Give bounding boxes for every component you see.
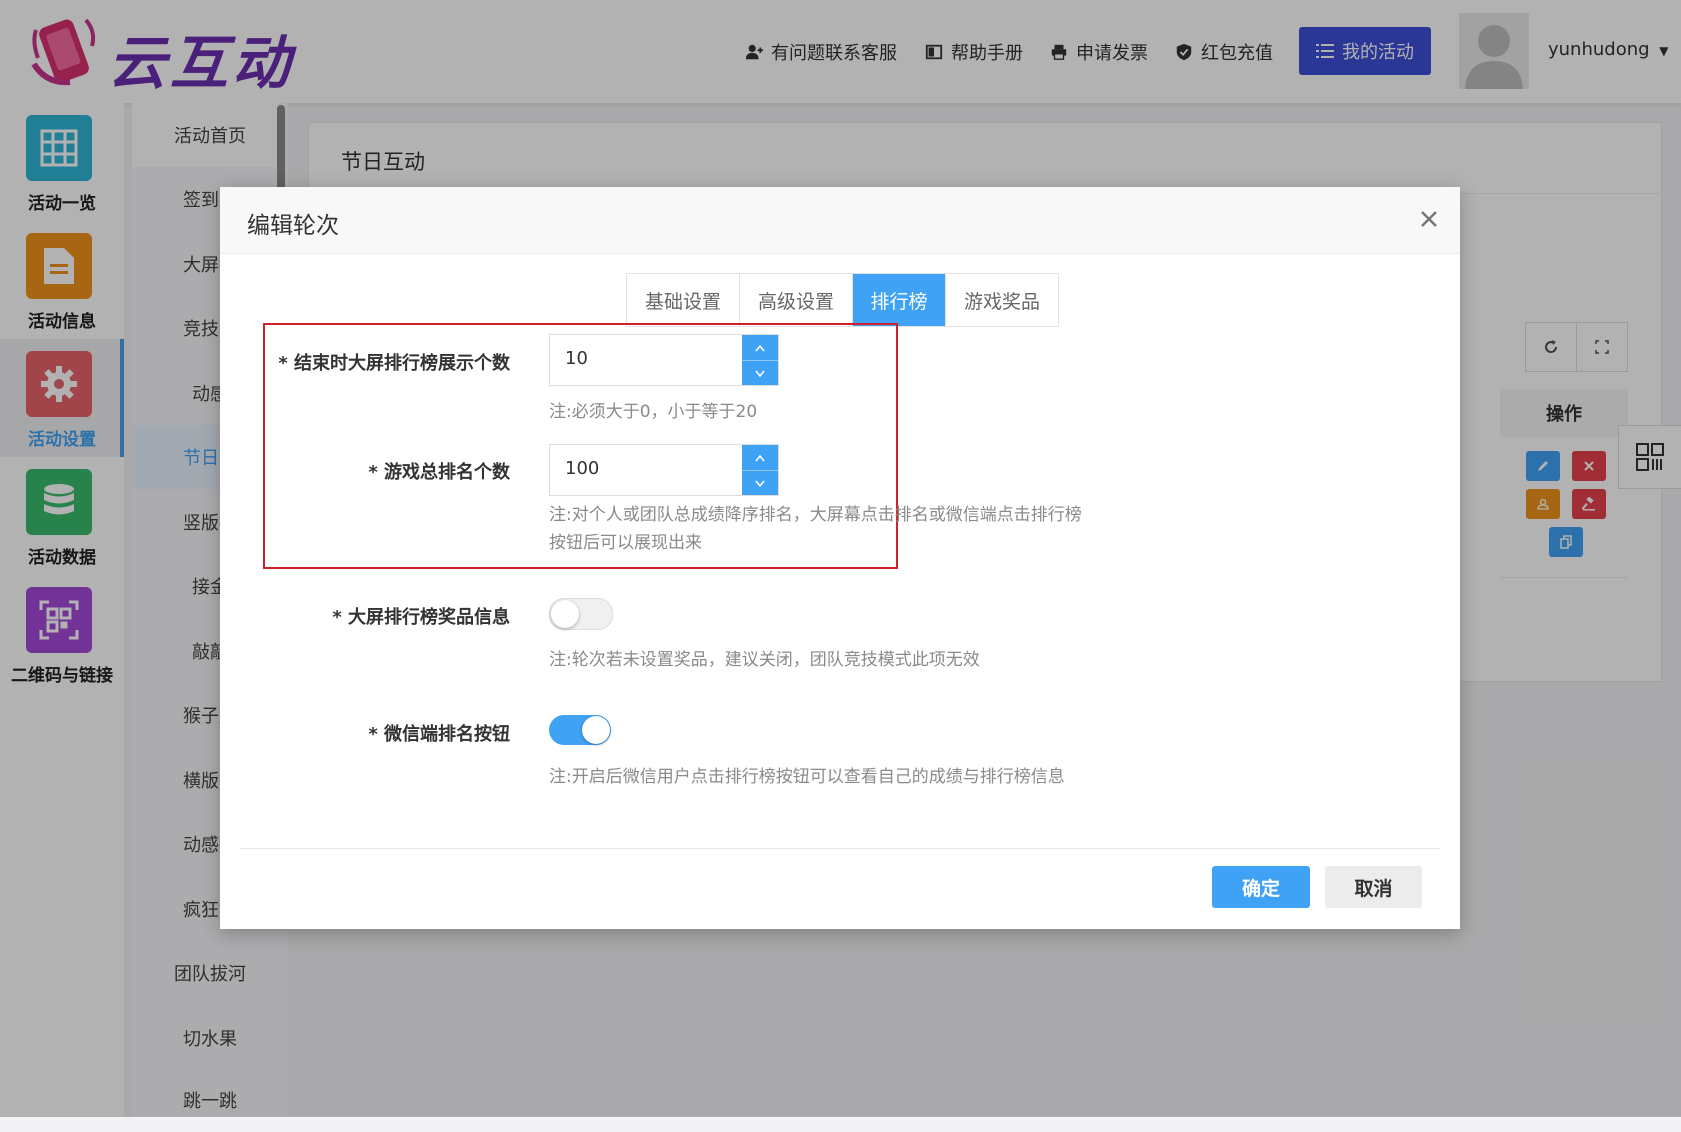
confirm-button[interactable]: 确定 <box>1212 866 1310 908</box>
close-button[interactable] <box>1416 206 1442 232</box>
chevron-down-icon <box>755 370 765 377</box>
chevron-down-icon <box>755 480 765 487</box>
modal-title: 编辑轮次 <box>247 213 339 239</box>
display-count-value: 10 <box>565 348 588 369</box>
total-rank-label: * 游戏总排名个数 <box>368 462 510 483</box>
display-count-label: * 结束时大屏排行榜展示个数 <box>278 353 510 374</box>
close-icon <box>1421 211 1437 227</box>
increment-button[interactable] <box>742 335 778 361</box>
total-rank-stepper[interactable]: 100 <box>549 444 779 496</box>
tab-basic-settings[interactable]: 基础设置 <box>627 274 740 326</box>
prize-info-toggle[interactable] <box>549 598 613 630</box>
display-count-stepper[interactable]: 10 <box>549 334 779 386</box>
toggle-knob <box>582 716 610 744</box>
modal-tabs: 基础设置 高级设置 排行榜 游戏奖品 <box>626 273 1059 327</box>
modal-header <box>220 187 1460 254</box>
chevron-up-icon <box>755 454 765 461</box>
display-count-note: 注:必须大于0，小于等于20 <box>549 402 758 422</box>
decrement-button[interactable] <box>742 361 778 386</box>
tab-leaderboard[interactable]: 排行榜 <box>853 274 946 326</box>
toggle-knob <box>551 600 579 628</box>
wechat-rank-button-note: 注:开启后微信用户点击排行榜按钮可以查看自己的成绩与排行榜信息 <box>549 767 1065 787</box>
tab-advanced-settings[interactable]: 高级设置 <box>740 274 853 326</box>
increment-button[interactable] <box>742 445 778 471</box>
total-rank-note-line2: 按钮后可以展现出来 <box>549 533 702 553</box>
total-rank-value: 100 <box>565 458 600 479</box>
wechat-rank-button-label: * 微信端排名按钮 <box>368 724 510 745</box>
stepper-buttons <box>742 445 778 495</box>
decrement-button[interactable] <box>742 471 778 496</box>
total-rank-note-line1: 注:对个人或团队总成绩降序排名，大屏幕点击排名或微信端点击排行榜 <box>549 505 1082 525</box>
stepper-buttons <box>742 335 778 385</box>
cancel-button[interactable]: 取消 <box>1325 866 1422 908</box>
prize-info-note: 注:轮次若未设置奖品，建议关闭，团队竞技模式此项无效 <box>549 650 980 670</box>
modal-footer-divider <box>240 848 1440 849</box>
chevron-up-icon <box>755 344 765 351</box>
tab-game-prizes[interactable]: 游戏奖品 <box>946 274 1058 326</box>
wechat-rank-button-toggle[interactable] <box>549 715 611 745</box>
prize-info-label: * 大屏排行榜奖品信息 <box>332 607 510 628</box>
